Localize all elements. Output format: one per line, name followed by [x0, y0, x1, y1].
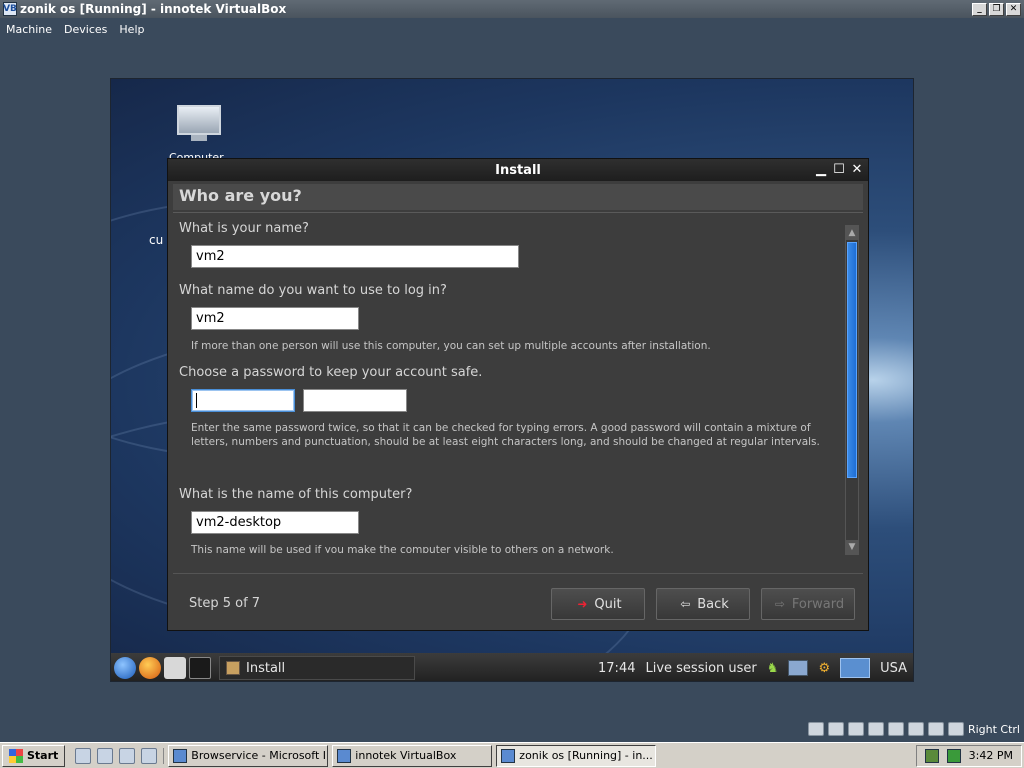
page-heading: Who are you? [173, 184, 863, 210]
guest-panel: Install 17:44 Live session user ♞ ⚙ USA [111, 653, 913, 681]
tray-security-icon[interactable] [946, 748, 961, 763]
dialog-maximize-icon[interactable]: ☐ [832, 162, 846, 177]
monitor-icon [177, 105, 221, 135]
virtualbox-icon: VB [3, 2, 17, 16]
password-confirm-input[interactable] [303, 389, 407, 412]
vbox-statusbar: Right Ctrl [0, 718, 1024, 742]
password-question: Choose a password to keep your account s… [179, 365, 483, 380]
user-status-icon: ♞ [766, 660, 779, 676]
minimize-button[interactable]: _ [972, 2, 987, 16]
dialog-title: Install [495, 162, 541, 178]
quicklaunch-explorer-icon[interactable] [141, 747, 158, 764]
quit-button[interactable]: ➜ Quit [551, 588, 645, 620]
windows-logo-icon [9, 748, 23, 763]
forward-arrow-icon: ⇨ [774, 597, 785, 611]
menu-help[interactable]: Help [119, 23, 144, 36]
window-title: zonik os [Running] - innotek VirtualBox [20, 2, 287, 16]
mouse-integration-icon[interactable] [927, 722, 944, 736]
menu-devices[interactable]: Devices [64, 23, 107, 36]
restore-button[interactable]: ❐ [989, 2, 1004, 16]
taskbar-item-browservice[interactable]: Browservice - Microsoft I... [168, 744, 329, 767]
system-tray: 3:42 PM [915, 744, 1022, 767]
quick-launch [75, 747, 165, 764]
password-input[interactable] [191, 389, 295, 412]
scroll-up-icon[interactable]: ▲ [846, 226, 858, 240]
password-hint: Enter the same password twice, so that i… [191, 422, 820, 448]
session-user[interactable]: Live session user [645, 661, 756, 676]
desktop-label-partial: cu [149, 233, 164, 247]
scrollbar-thumb[interactable] [847, 242, 857, 478]
close-button[interactable]: ✕ [1006, 2, 1021, 16]
scroll-down-icon[interactable]: ▼ [846, 540, 858, 554]
install-task-icon [226, 661, 240, 675]
install-dialog: Install ▁ ☐ ✕ Who are you? What is your … [167, 158, 869, 631]
computer-name-hint: This name will be used if you make the c… [191, 544, 614, 553]
host-key-arrow-icon [947, 722, 964, 736]
tray-network-icon[interactable] [924, 748, 939, 763]
taskbar-install-button[interactable]: Install [219, 656, 415, 680]
panel-clock[interactable]: 17:44 [598, 661, 635, 676]
vm-window-icon [501, 748, 516, 763]
text-caret [196, 393, 197, 408]
back-arrow-icon: ⇦ [680, 597, 691, 611]
network-icon[interactable] [788, 660, 809, 676]
quit-icon: ➜ [577, 597, 588, 611]
floppy-icon[interactable] [847, 722, 864, 736]
usb-icon[interactable] [887, 722, 904, 736]
computer-desktop-icon[interactable] [177, 105, 221, 141]
host-key-label: Right Ctrl [967, 722, 1020, 736]
dialog-titlebar: Install ▁ ☐ ✕ [168, 159, 868, 181]
menu-machine[interactable]: Machine [6, 23, 52, 36]
distro-menu-icon[interactable] [114, 657, 136, 679]
form-scroll-area: What is your name? vm2 What name do you … [173, 221, 839, 553]
quicklaunch-ie-icon[interactable] [97, 747, 114, 764]
taskbar-item-virtualbox[interactable]: innotek VirtualBox [332, 744, 493, 767]
terminal-icon[interactable] [189, 657, 211, 679]
login-hint: If more than one person will use this co… [191, 340, 711, 352]
tray-clock[interactable]: 3:42 PM [969, 749, 1013, 762]
cd-dvd-icon[interactable] [827, 722, 844, 736]
computer-name-question: What is the name of this computer? [179, 487, 413, 502]
step-indicator: Step 5 of 7 [189, 596, 261, 611]
login-question: What name do you want to use to log in? [179, 283, 447, 298]
workspace-switcher[interactable] [840, 658, 871, 678]
network-adapter-icon[interactable] [867, 722, 884, 736]
firefox-icon[interactable] [139, 657, 161, 679]
windows-taskbar: Start Browservice - Microsoft I... innot… [0, 742, 1024, 768]
name-question: What is your name? [179, 221, 309, 236]
username-input[interactable]: vm2 [191, 307, 359, 330]
forward-button[interactable]: ⇨ Forward [761, 588, 855, 620]
quicklaunch-show-desktop-icon[interactable] [75, 747, 92, 764]
form-scrollbar[interactable]: ▲ ▼ [845, 225, 859, 555]
updates-icon[interactable]: ⚙ [818, 661, 830, 676]
home-folder-icon[interactable] [164, 657, 186, 679]
quicklaunch-media-icon[interactable] [119, 747, 136, 764]
taskbar-item-zonik[interactable]: zonik os [Running] - in... [496, 744, 657, 767]
vbox-titlebar: VB zonik os [Running] - innotek VirtualB… [0, 0, 1024, 18]
dialog-close-icon[interactable]: ✕ [850, 162, 864, 177]
hard-disk-icon[interactable] [807, 722, 824, 736]
keyboard-layout[interactable]: USA [880, 661, 907, 676]
start-button[interactable]: Start [2, 744, 66, 767]
dialog-minimize-icon[interactable]: ▁ [814, 162, 828, 177]
ie-window-icon [173, 748, 188, 763]
back-button[interactable]: ⇦ Back [656, 588, 750, 620]
guest-screen[interactable]: Computer cu Install ▁ ☐ ✕ Who are you? W… [110, 78, 914, 682]
shared-folders-icon[interactable] [907, 722, 924, 736]
virtualbox-window-icon [337, 748, 352, 763]
vbox-menubar: Machine Devices Help [0, 18, 1024, 40]
computer-name-input[interactable]: vm2-desktop [191, 511, 359, 534]
full-name-input[interactable]: vm2 [191, 245, 519, 268]
